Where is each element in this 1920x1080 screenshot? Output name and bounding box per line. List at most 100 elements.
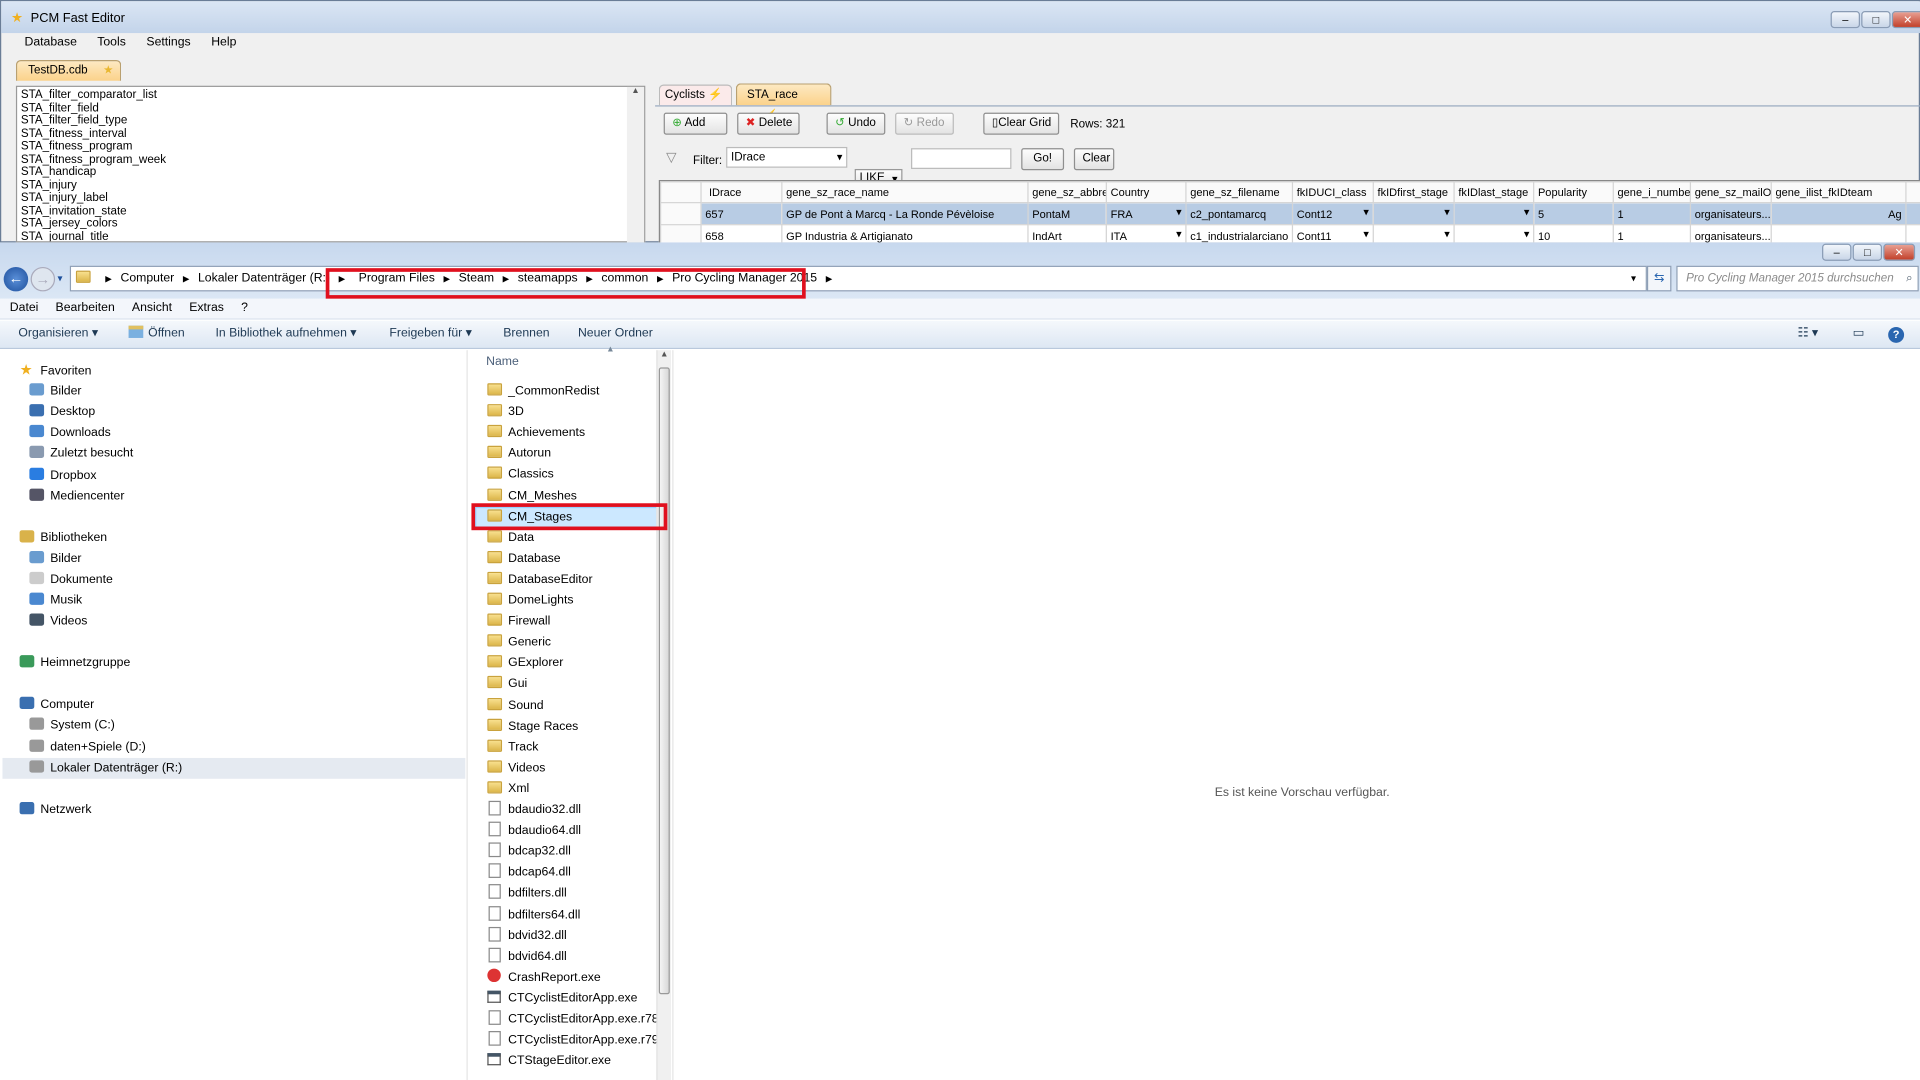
table-list-item[interactable]: STA_fitness_program xyxy=(17,140,644,154)
file-list-scrollbar[interactable]: ▲ xyxy=(656,350,672,1080)
column-header[interactable]: Country xyxy=(1105,181,1187,204)
tab-cyclists[interactable]: Cyclists ⚡ xyxy=(658,84,733,106)
scroll-up-arrow[interactable]: ▲ xyxy=(658,350,671,365)
column-header-name[interactable]: Name xyxy=(486,355,519,368)
file-item[interactable]: DomeLights xyxy=(487,590,574,611)
table-list-item[interactable]: STA_jersey_colors xyxy=(17,217,644,231)
file-item[interactable]: Autorun xyxy=(487,444,551,465)
include-in-library-button[interactable]: In Bibliothek aufnehmen ▾ xyxy=(216,321,357,347)
column-header[interactable]: gene_ilist_fkIDteam xyxy=(1770,181,1907,204)
table-cell[interactable]: 1 xyxy=(1612,202,1692,226)
menu-tools[interactable]: Tools xyxy=(97,36,126,49)
table-cell[interactable]: 658 xyxy=(700,224,783,243)
refresh-button[interactable]: ⇆ xyxy=(1646,265,1672,292)
nav-item[interactable]: Netzwerk xyxy=(19,799,91,820)
nav-item[interactable]: Mediencenter xyxy=(29,486,124,507)
file-item[interactable]: bdfilters64.dll xyxy=(487,904,580,925)
db-tab[interactable]: TestDB.cdb ★ xyxy=(15,60,122,81)
close-button[interactable]: ✕ xyxy=(1891,11,1920,29)
table-cell[interactable]: 657 xyxy=(700,202,783,226)
table-list-item[interactable]: STA_journal_title xyxy=(17,230,644,241)
table-list-item[interactable]: STA_injury_label xyxy=(17,192,644,205)
column-header[interactable]: fkIDUCI_class xyxy=(1291,181,1374,204)
file-item[interactable]: Track xyxy=(487,737,538,758)
nav-item[interactable]: Zuletzt besucht xyxy=(29,444,133,465)
file-item[interactable]: Sound xyxy=(487,695,544,716)
table-list-item[interactable]: STA_filter_comparator_list xyxy=(17,89,644,102)
file-item[interactable]: Generic xyxy=(487,632,551,653)
file-item[interactable]: Classics xyxy=(487,465,554,486)
table-cell[interactable]: IndArt xyxy=(1027,224,1107,243)
file-item[interactable]: Gui xyxy=(487,674,527,695)
file-item[interactable]: bdfilters.dll xyxy=(487,883,567,904)
file-item[interactable]: bdvid32.dll xyxy=(487,925,567,946)
maximize-button[interactable]: □ xyxy=(1861,11,1891,29)
column-header[interactable]: gene_i_number xyxy=(1612,181,1692,204)
cell-dropdown[interactable]: FRA xyxy=(1105,202,1187,226)
table-cell[interactable]: c2_pontamarcq xyxy=(1185,202,1294,226)
column-header[interactable]: fkIDlast_stage xyxy=(1453,181,1535,204)
nav-item[interactable]: Dropbox xyxy=(29,465,97,486)
row-header[interactable] xyxy=(660,202,702,226)
column-header[interactable]: gene_sz_abbre xyxy=(1027,181,1107,204)
table-list-item[interactable]: STA_handicap xyxy=(17,166,644,180)
table-row[interactable]: 657 GP de Pont à Marcq - La Ronde Pévèloi… xyxy=(660,202,1920,226)
nav-item[interactable]: Videos xyxy=(29,611,87,632)
column-header[interactable]: fkIDfirst_stage xyxy=(1372,181,1455,204)
column-header[interactable]: gene_sz_mailO xyxy=(1689,181,1772,204)
file-item[interactable]: _CommonRedist xyxy=(487,381,599,402)
cell-dropdown[interactable]: Cont12 xyxy=(1291,202,1374,226)
column-header[interactable]: Popularity xyxy=(1533,181,1614,204)
cell-dropdown[interactable] xyxy=(1372,224,1455,243)
menu-help[interactable]: ? xyxy=(241,301,248,314)
scrollbar-thumb[interactable] xyxy=(658,367,670,995)
table-cell[interactable]: 1 xyxy=(1612,224,1692,243)
file-item[interactable]: CTCyclistEditorApp.exe.r790 xyxy=(487,1030,665,1051)
table-list-item[interactable]: STA_injury xyxy=(17,179,644,192)
file-item[interactable]: Videos xyxy=(487,758,545,779)
nav-item[interactable]: Heimnetzgruppe xyxy=(19,653,130,674)
nav-item[interactable]: Computer xyxy=(19,695,94,716)
table-cell[interactable] xyxy=(1770,224,1907,243)
menu-help[interactable]: Help xyxy=(211,36,236,49)
redo-button[interactable]: ↻ Redo xyxy=(895,112,954,135)
file-item[interactable]: DatabaseEditor xyxy=(487,569,593,590)
table-list-scrollbar[interactable]: ▲ xyxy=(626,86,645,243)
menu-database[interactable]: Database xyxy=(24,36,76,49)
file-item[interactable]: Stage Races xyxy=(487,716,578,737)
chevron-right-icon[interactable]: ▶ xyxy=(826,276,833,285)
file-item[interactable]: bdaudio64.dll xyxy=(487,821,581,842)
nav-item[interactable]: Desktop xyxy=(29,402,95,423)
burn-button[interactable]: Brennen xyxy=(503,321,549,347)
explorer-close-button[interactable]: ✕ xyxy=(1883,243,1916,261)
delete-button[interactable]: ✖ Delete xyxy=(737,112,800,135)
column-header[interactable]: IDrace xyxy=(700,181,783,204)
menu-datei[interactable]: Datei xyxy=(10,301,39,314)
table-row[interactable]: 658GP Industria & ArtigianatoIndArtITAc1… xyxy=(660,224,1920,243)
file-item[interactable]: bdcap64.dll xyxy=(487,862,571,883)
column-header[interactable]: gene_sz_race_name xyxy=(781,181,1029,204)
filter-field-select[interactable]: IDrace xyxy=(726,146,848,168)
row-header[interactable] xyxy=(660,224,702,243)
menu-extras[interactable]: Extras xyxy=(189,301,224,314)
help-button[interactable]: ? xyxy=(1888,326,1905,343)
table-cell[interactable]: PontaM xyxy=(1027,202,1107,226)
file-item[interactable]: CTCyclistEditorApp.exe xyxy=(487,988,637,1009)
cell-dropdown[interactable] xyxy=(1453,202,1535,226)
filter-value-input[interactable] xyxy=(911,148,1012,169)
menu-settings[interactable]: Settings xyxy=(146,36,190,49)
table-cell[interactable]: GP Industria & Artigianato xyxy=(781,224,1029,243)
explorer-maximize-button[interactable]: □ xyxy=(1852,243,1883,261)
add-button[interactable]: ⊕ Add xyxy=(663,112,728,135)
view-options-button[interactable]: ☷ ▾ xyxy=(1798,321,1819,347)
recent-pages-dropdown[interactable]: ▾ xyxy=(58,273,63,284)
address-bar[interactable]: ▶ Computer ▶ Lokaler Datenträger (R:) ▶ Progr… xyxy=(69,265,1647,292)
nav-item[interactable]: Bilder xyxy=(29,381,82,402)
menu-bearbeiten[interactable]: Bearbeiten xyxy=(56,301,115,314)
file-item[interactable]: Database xyxy=(487,548,561,569)
file-item[interactable]: Xml xyxy=(487,779,529,800)
table-cell[interactable]: organisateurs... xyxy=(1689,224,1772,243)
organize-button[interactable]: Organisieren ▾ xyxy=(18,321,98,347)
share-with-button[interactable]: Freigeben für ▾ xyxy=(389,321,471,347)
file-item[interactable]: Firewall xyxy=(487,611,550,632)
